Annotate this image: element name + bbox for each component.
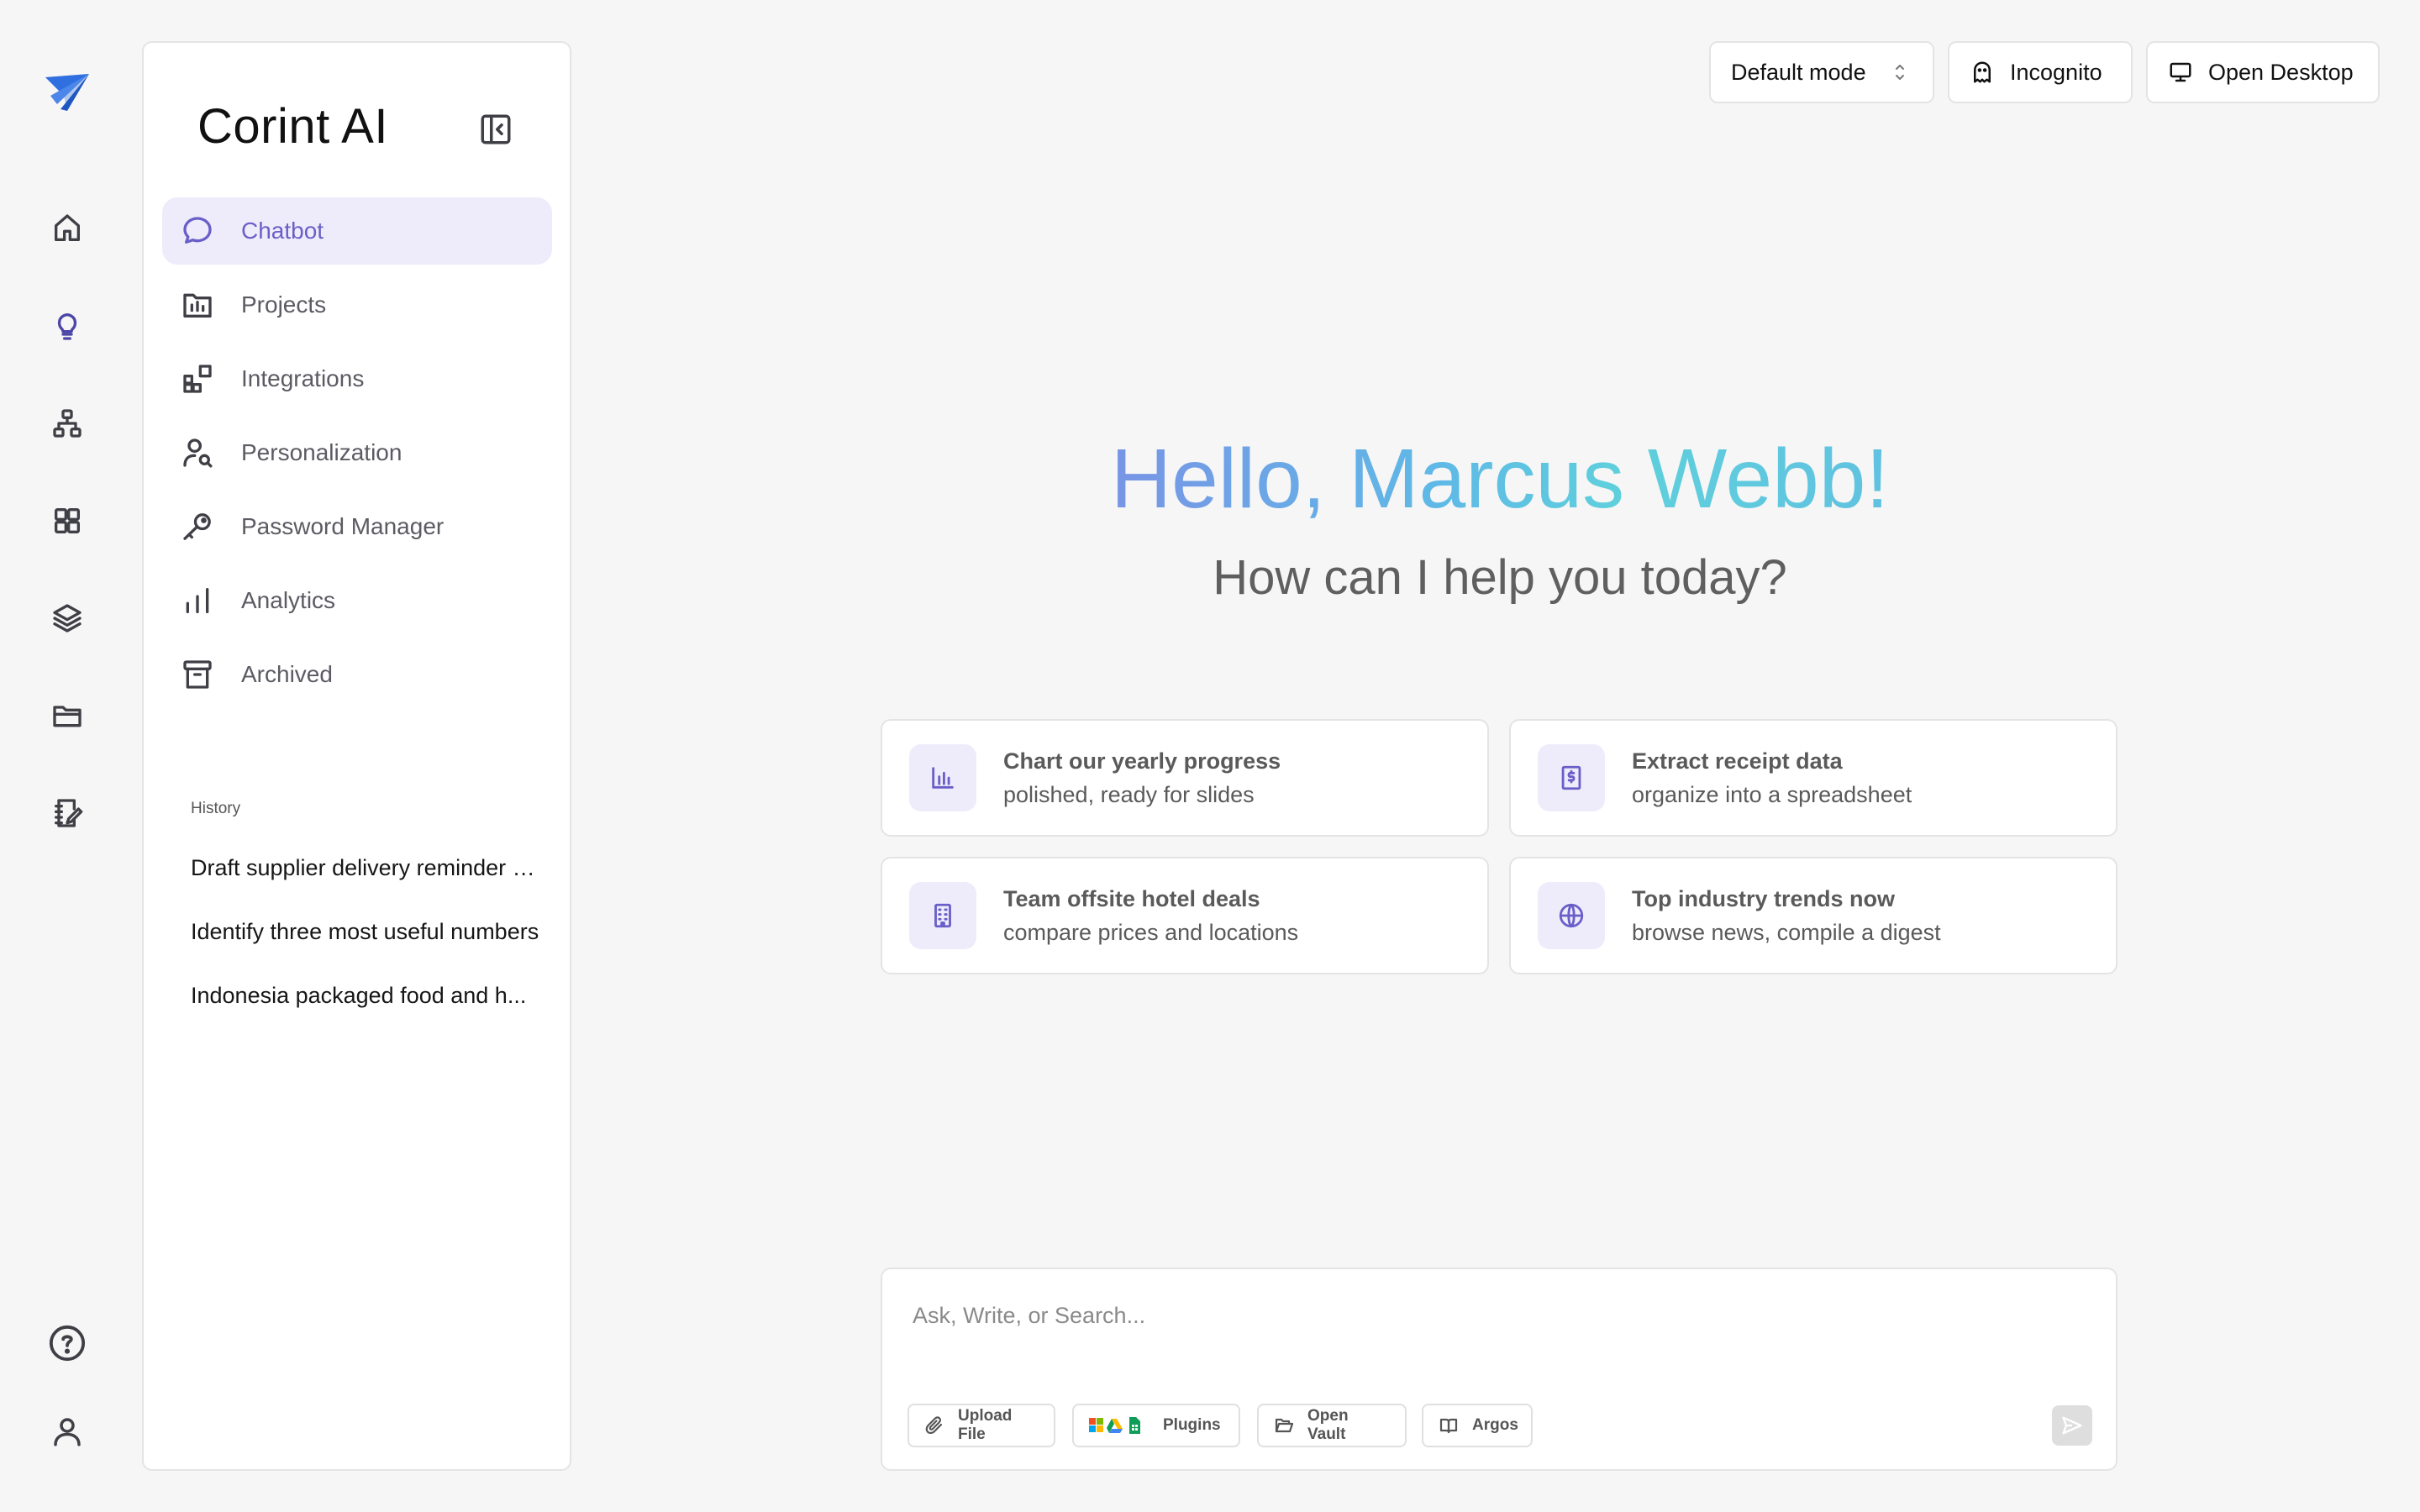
icon-rail	[0, 0, 134, 1512]
home-icon	[50, 212, 84, 245]
history-heading: History	[191, 800, 241, 817]
rail-ideas-button[interactable]	[47, 306, 87, 346]
building-icon	[909, 882, 976, 949]
suggestion-card-industry-trends[interactable]: Top industry trends now browse news, com…	[1509, 857, 2118, 974]
sidebar-collapse-icon	[478, 112, 513, 147]
rail-workflows-button[interactable]	[47, 403, 87, 444]
app-logo-icon[interactable]	[42, 71, 92, 114]
sidebar-item-label: Chatbot	[241, 218, 324, 244]
sidebar-item-label: Projects	[241, 291, 327, 318]
suggestion-card-chart-progress[interactable]: Chart our yearly progress polished, read…	[881, 719, 1489, 837]
rail-home-button[interactable]	[47, 208, 87, 249]
book-open-icon	[1439, 1415, 1459, 1436]
app-title: Corint AI	[197, 99, 388, 154]
sidebar-item-label: Integrations	[241, 365, 365, 391]
chat-input[interactable]	[913, 1294, 2005, 1336]
rail-notes-button[interactable]	[47, 793, 87, 833]
history-item[interactable]: Indonesia packaged food and h...	[191, 977, 545, 1041]
rail-apps-button[interactable]	[47, 501, 87, 541]
user-icon	[50, 1414, 85, 1449]
argos-label: Argos	[1472, 1416, 1518, 1434]
folder-chart-icon	[179, 286, 216, 323]
collapse-sidebar-button[interactable]	[476, 110, 515, 149]
mode-select[interactable]: Default mode	[1709, 41, 1934, 103]
sidebar-item-personalization[interactable]: Personalization	[162, 419, 552, 486]
upload-file-button[interactable]: Upload File	[908, 1404, 1055, 1447]
notebook-edit-icon	[50, 796, 84, 830]
history-item[interactable]: Identify three most useful numbers	[191, 913, 545, 977]
suggestion-subtitle: compare prices and locations	[1003, 920, 1299, 945]
chat-bubble-icon	[179, 213, 216, 249]
sidebar-item-projects[interactable]: Projects	[162, 271, 552, 339]
bar-chart-icon	[909, 744, 976, 811]
grid-icon	[50, 504, 84, 538]
sidebar-item-analytics[interactable]: Analytics	[162, 567, 552, 634]
sidebar-nav: Chatbot Projects Integrations Personaliz…	[162, 197, 552, 715]
upload-file-label: Upload File	[958, 1407, 1013, 1443]
folder-icon	[50, 699, 84, 732]
sidebar-item-archived[interactable]: Archived	[162, 641, 552, 708]
argos-button[interactable]: Argos	[1422, 1404, 1533, 1447]
chat-composer: Upload File Plugins Open Vault Argos	[881, 1268, 2118, 1471]
greeting-heading: Hello, Marcus Webb!	[882, 428, 2118, 529]
ghost-icon	[1970, 60, 1995, 85]
history-item[interactable]: Draft supplier delivery reminder email	[191, 849, 545, 913]
suggestion-title: Top industry trends now	[1632, 886, 1895, 911]
suggestion-subtitle: organize into a spreadsheet	[1632, 782, 1912, 807]
rail-help-button[interactable]	[47, 1323, 87, 1363]
sidebar-item-password-manager[interactable]: Password Manager	[162, 493, 552, 560]
send-button[interactable]	[2052, 1405, 2092, 1446]
globe-icon	[1538, 882, 1605, 949]
plugin-logos-icon	[1089, 1415, 1148, 1436]
suggestion-subtitle: polished, ready for slides	[1003, 782, 1255, 807]
suggestion-subtitle: browse news, compile a digest	[1632, 920, 1941, 945]
sidebar-item-label: Password Manager	[241, 513, 445, 539]
chevron-up-down-icon	[1887, 60, 1912, 85]
user-search-icon	[179, 434, 216, 471]
monitor-icon	[2168, 60, 2193, 85]
key-icon	[179, 508, 216, 545]
rail-files-button[interactable]	[47, 696, 87, 736]
suggestion-card-extract-receipt[interactable]: Extract receipt data organize into a spr…	[1509, 719, 2118, 837]
help-circle-icon	[48, 1324, 87, 1362]
send-icon	[2060, 1414, 2084, 1437]
incognito-label: Incognito	[2010, 59, 2102, 85]
receipt-icon	[1538, 744, 1605, 811]
suggestion-title: Chart our yearly progress	[1003, 748, 1281, 774]
integrations-icon	[179, 360, 216, 397]
sidebar-item-integrations[interactable]: Integrations	[162, 345, 552, 412]
sidebar-panel: Corint AI Chatbot Projects Integrations	[142, 41, 571, 1471]
plugins-button[interactable]: Plugins	[1072, 1404, 1240, 1447]
sidebar-item-chatbot[interactable]: Chatbot	[162, 197, 552, 265]
sidebar-item-label: Personalization	[241, 439, 402, 465]
open-vault-label: Open Vault	[1307, 1407, 1349, 1443]
open-vault-button[interactable]: Open Vault	[1257, 1404, 1407, 1447]
suggestion-title: Extract receipt data	[1632, 748, 1843, 774]
history-list: Draft supplier delivery reminder email I…	[191, 849, 545, 1041]
archive-icon	[179, 656, 216, 693]
bar-chart-icon	[179, 582, 216, 619]
rail-profile-button[interactable]	[47, 1411, 87, 1452]
sidebar-item-label: Archived	[241, 661, 333, 687]
lightbulb-icon	[50, 309, 84, 343]
mode-select-label: Default mode	[1731, 59, 1866, 85]
incognito-button[interactable]: Incognito	[1948, 41, 2133, 103]
paperclip-icon	[924, 1415, 944, 1436]
rail-layers-button[interactable]	[47, 598, 87, 638]
layers-icon	[50, 601, 84, 635]
plugins-label: Plugins	[1163, 1416, 1221, 1434]
suggestion-title: Team offsite hotel deals	[1003, 886, 1260, 911]
open-desktop-button[interactable]: Open Desktop	[2146, 41, 2380, 103]
suggestion-card-hotel-deals[interactable]: Team offsite hotel deals compare prices …	[881, 857, 1489, 974]
open-desktop-label: Open Desktop	[2208, 59, 2354, 85]
greeting-subtitle: How can I help you today?	[1213, 550, 1787, 605]
hierarchy-icon	[50, 407, 84, 440]
folder-open-icon	[1274, 1415, 1294, 1436]
sidebar-item-label: Analytics	[241, 587, 336, 613]
